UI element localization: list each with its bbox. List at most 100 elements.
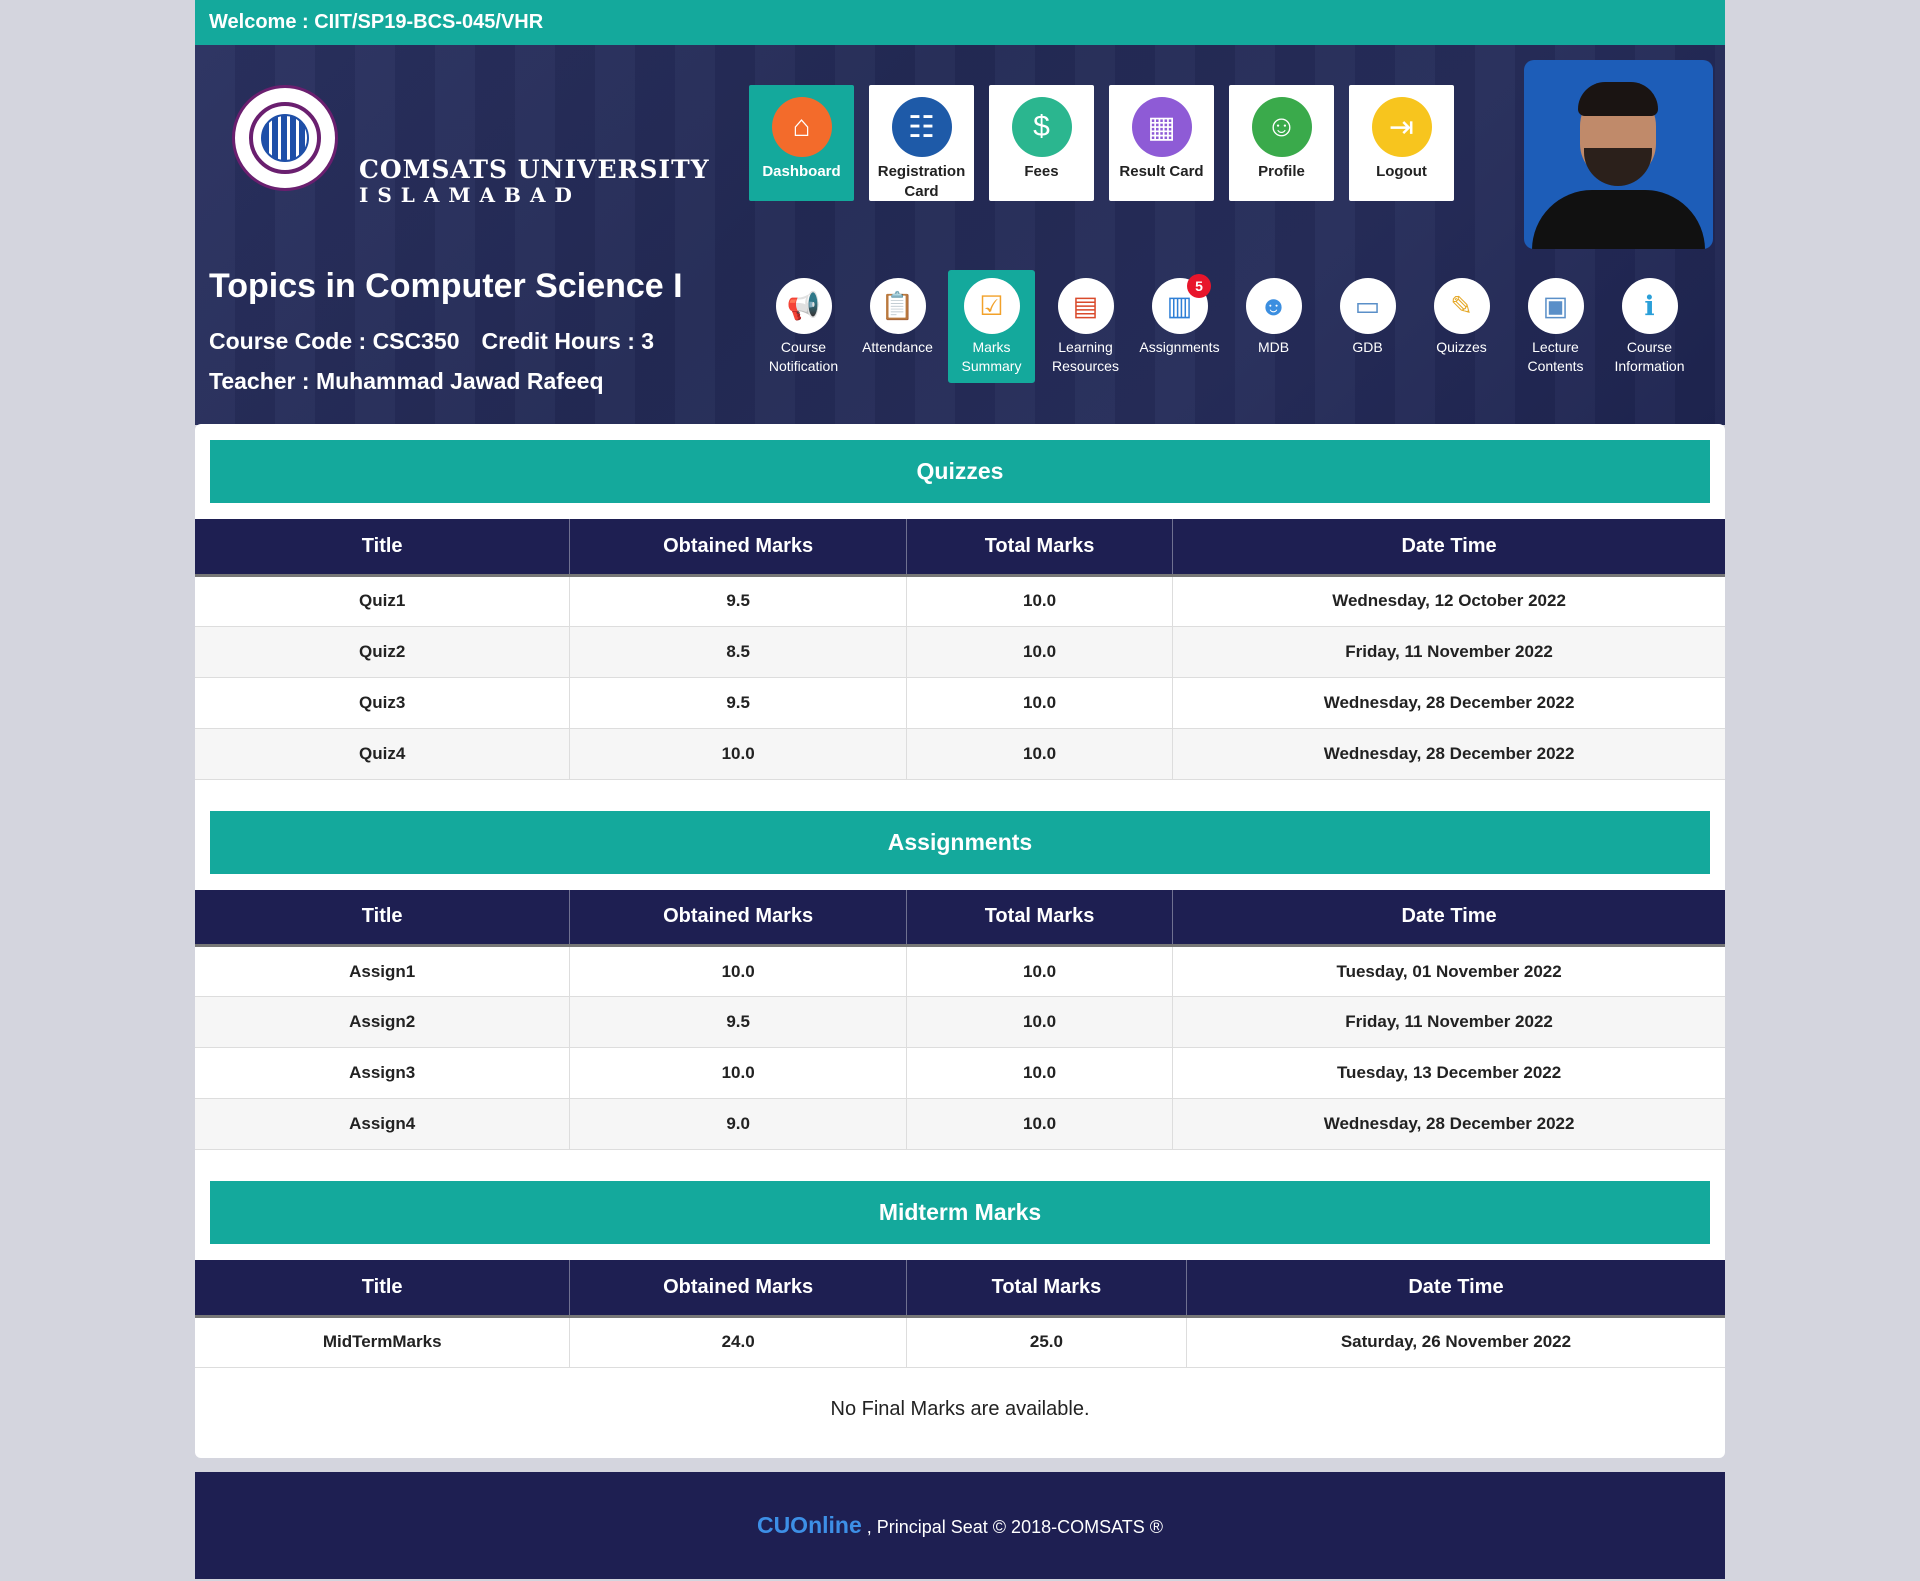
table-cell: 9.5 — [569, 677, 907, 729]
assignments-table: Title Obtained Marks Total Marks Date Time A… — [195, 889, 1725, 1150]
table-cell: 10.0 — [906, 677, 1174, 729]
table-cell: Friday, 11 November 2022 — [1172, 626, 1725, 678]
table-row: Quiz4 10.0 10.0 Wednesday, 28 December 2022 — [195, 728, 1725, 780]
marks-summary-icon: ☑ — [963, 278, 1020, 334]
table-cell: 10.0 — [569, 728, 907, 780]
table-row: Assign2 9.5 10.0 Friday, 11 November 2022 — [195, 996, 1725, 1048]
table-cell: 10.0 — [906, 575, 1174, 627]
university-logo — [232, 85, 338, 191]
nav-logout-button[interactable]: ⇥ Logout — [1349, 85, 1454, 201]
table-header-row: Title Obtained Marks Total Marks Date Time — [195, 889, 1725, 947]
table-cell: 10.0 — [906, 996, 1174, 1048]
table-cell: 10.0 — [569, 945, 907, 997]
footer: CUOnline , Principal Seat © 2018-COMSATS… — [195, 1472, 1725, 1579]
top-nav: ⌂ Dashboard ☷ Registration Card $ Fees ▦ Result… — [749, 85, 1454, 201]
quizzes-icon: ✎ — [1433, 278, 1490, 334]
course-nav-label: GDB — [1352, 339, 1383, 355]
mdb-icon: ☻ — [1245, 278, 1302, 334]
column-header: Title — [195, 889, 571, 947]
table-header-row: Title Obtained Marks Total Marks Date Time — [195, 1260, 1725, 1318]
course-nav-lecture-contents[interactable]: ▣ Lecture Contents — [1512, 270, 1599, 383]
course-nav-quizzes[interactable]: ✎ Quizzes — [1418, 270, 1505, 383]
table-cell: Quiz4 — [195, 728, 571, 780]
table-cell: Wednesday, 28 December 2022 — [1172, 677, 1725, 729]
table-cell: Quiz2 — [195, 626, 571, 678]
footer-brand-link[interactable]: CUOnline — [757, 1512, 862, 1538]
gdb-icon: ▭ — [1339, 278, 1396, 334]
registration-icon: ☷ — [891, 97, 952, 157]
table-cell: Tuesday, 01 November 2022 — [1172, 945, 1725, 997]
nav-label: Result Card — [1119, 163, 1204, 180]
table-cell: 8.5 — [569, 626, 907, 678]
table-cell: 9.5 — [569, 996, 907, 1048]
course-nav-mdb[interactable]: ☻ MDB — [1230, 270, 1317, 383]
nav-label: Logout — [1376, 163, 1427, 180]
table-cell: Quiz3 — [195, 677, 571, 729]
globe-icon — [261, 114, 309, 162]
course-nav-label: Course Notification — [768, 339, 839, 374]
logout-icon: ⇥ — [1371, 97, 1432, 157]
nav-result-card-button[interactable]: ▦ Result Card — [1109, 85, 1214, 201]
table-row: Assign4 9.0 10.0 Wednesday, 28 December 202… — [195, 1098, 1725, 1150]
course-nav-marks-summary[interactable]: ☑ Marks Summary — [948, 270, 1035, 383]
quizzes-heading: Quizzes — [210, 440, 1710, 503]
nav-label: Registration Card — [877, 163, 966, 200]
course-nav-label: MDB — [1257, 339, 1290, 355]
table-cell: Assign1 — [195, 945, 571, 997]
table-row: Quiz3 9.5 10.0 Wednesday, 28 December 2022 — [195, 677, 1725, 729]
course-nav-label: Marks Summary — [961, 339, 1022, 374]
course-nav-label: Lecture Contents — [1527, 339, 1584, 374]
assignments-heading: Assignments — [210, 810, 1710, 874]
table-cell: 10.0 — [906, 1047, 1174, 1099]
header: COMSATS UNIVERSITY ISLAMABAD ⌂ Dashboard ☷… — [195, 45, 1725, 425]
profile-photo — [1524, 60, 1713, 249]
course-nav-label: Quizzes — [1436, 339, 1487, 355]
table-cell: Friday, 11 November 2022 — [1172, 996, 1725, 1048]
column-header: Date Time — [1172, 889, 1725, 947]
table-cell: 10.0 — [906, 626, 1174, 678]
table-cell: Assign2 — [195, 996, 571, 1048]
home-icon: ⌂ — [771, 97, 832, 157]
course-nav-course-information[interactable]: i Course Information — [1606, 270, 1693, 383]
course-nav-gdb[interactable]: ▭ GDB — [1324, 270, 1411, 383]
brand-name: COMSATS UNIVERSITY — [359, 155, 710, 184]
course-nav: 📢 Course Notification 📋 Attendance ☑ Marks Su… — [760, 270, 1693, 383]
info-icon: i — [1621, 278, 1678, 334]
nav-profile-button[interactable]: ☺ Profile — [1229, 85, 1334, 201]
brand-city: ISLAMABAD — [359, 183, 581, 207]
lecture-contents-icon: ▣ — [1527, 278, 1584, 334]
column-header: Obtained Marks — [569, 889, 907, 947]
nav-label: Profile — [1258, 163, 1305, 180]
table-row: Quiz2 8.5 10.0 Friday, 11 November 2022 — [195, 626, 1725, 678]
nav-label: Dashboard — [762, 163, 841, 180]
table-cell: 24.0 — [569, 1316, 907, 1368]
nav-registration-card-button[interactable]: ☷ Registration Card — [869, 85, 974, 201]
nav-fees-button[interactable]: $ Fees — [989, 85, 1094, 201]
course-nav-label: Learning Resources — [1052, 339, 1119, 374]
column-header: Title — [195, 519, 571, 577]
course-nav-learning-resources[interactable]: ▤ Learning Resources — [1042, 270, 1129, 383]
column-header: Total Marks — [906, 1260, 1187, 1318]
welcome-bar: Welcome : CIIT/SP19-BCS-045/VHR — [195, 0, 1725, 45]
column-header: Date Time — [1186, 1260, 1725, 1318]
course-nav-assignments[interactable]: ▥ 5 Assignments — [1136, 270, 1223, 383]
profile-icon: ☺ — [1251, 97, 1312, 157]
column-header: Total Marks — [906, 519, 1174, 577]
course-nav-attendance[interactable]: 📋 Attendance — [854, 270, 941, 383]
table-row: Quiz1 9.5 10.0 Wednesday, 12 October 2022 — [195, 575, 1725, 627]
table-row: Assign3 10.0 10.0 Tuesday, 13 December 2022 — [195, 1047, 1725, 1099]
final-marks-message: No Final Marks are available. — [830, 1397, 1090, 1420]
fees-icon: $ — [1011, 97, 1072, 157]
table-row: Assign1 10.0 10.0 Tuesday, 01 November 2022 — [195, 945, 1725, 997]
table-cell: Wednesday, 28 December 2022 — [1172, 728, 1725, 780]
result-card-icon: ▦ — [1131, 97, 1192, 157]
nav-dashboard-button[interactable]: ⌂ Dashboard — [749, 85, 854, 201]
column-header: Obtained Marks — [569, 519, 907, 577]
table-cell: Assign4 — [195, 1098, 571, 1150]
megaphone-icon: 📢 — [775, 278, 832, 334]
table-cell: Wednesday, 28 December 2022 — [1172, 1098, 1725, 1150]
table-cell: 9.5 — [569, 575, 907, 627]
course-nav-course-notification[interactable]: 📢 Course Notification — [760, 270, 847, 383]
table-row: MidTermMarks 24.0 25.0 Saturday, 26 Novembe… — [195, 1316, 1725, 1368]
table-cell: 10.0 — [569, 1047, 907, 1099]
